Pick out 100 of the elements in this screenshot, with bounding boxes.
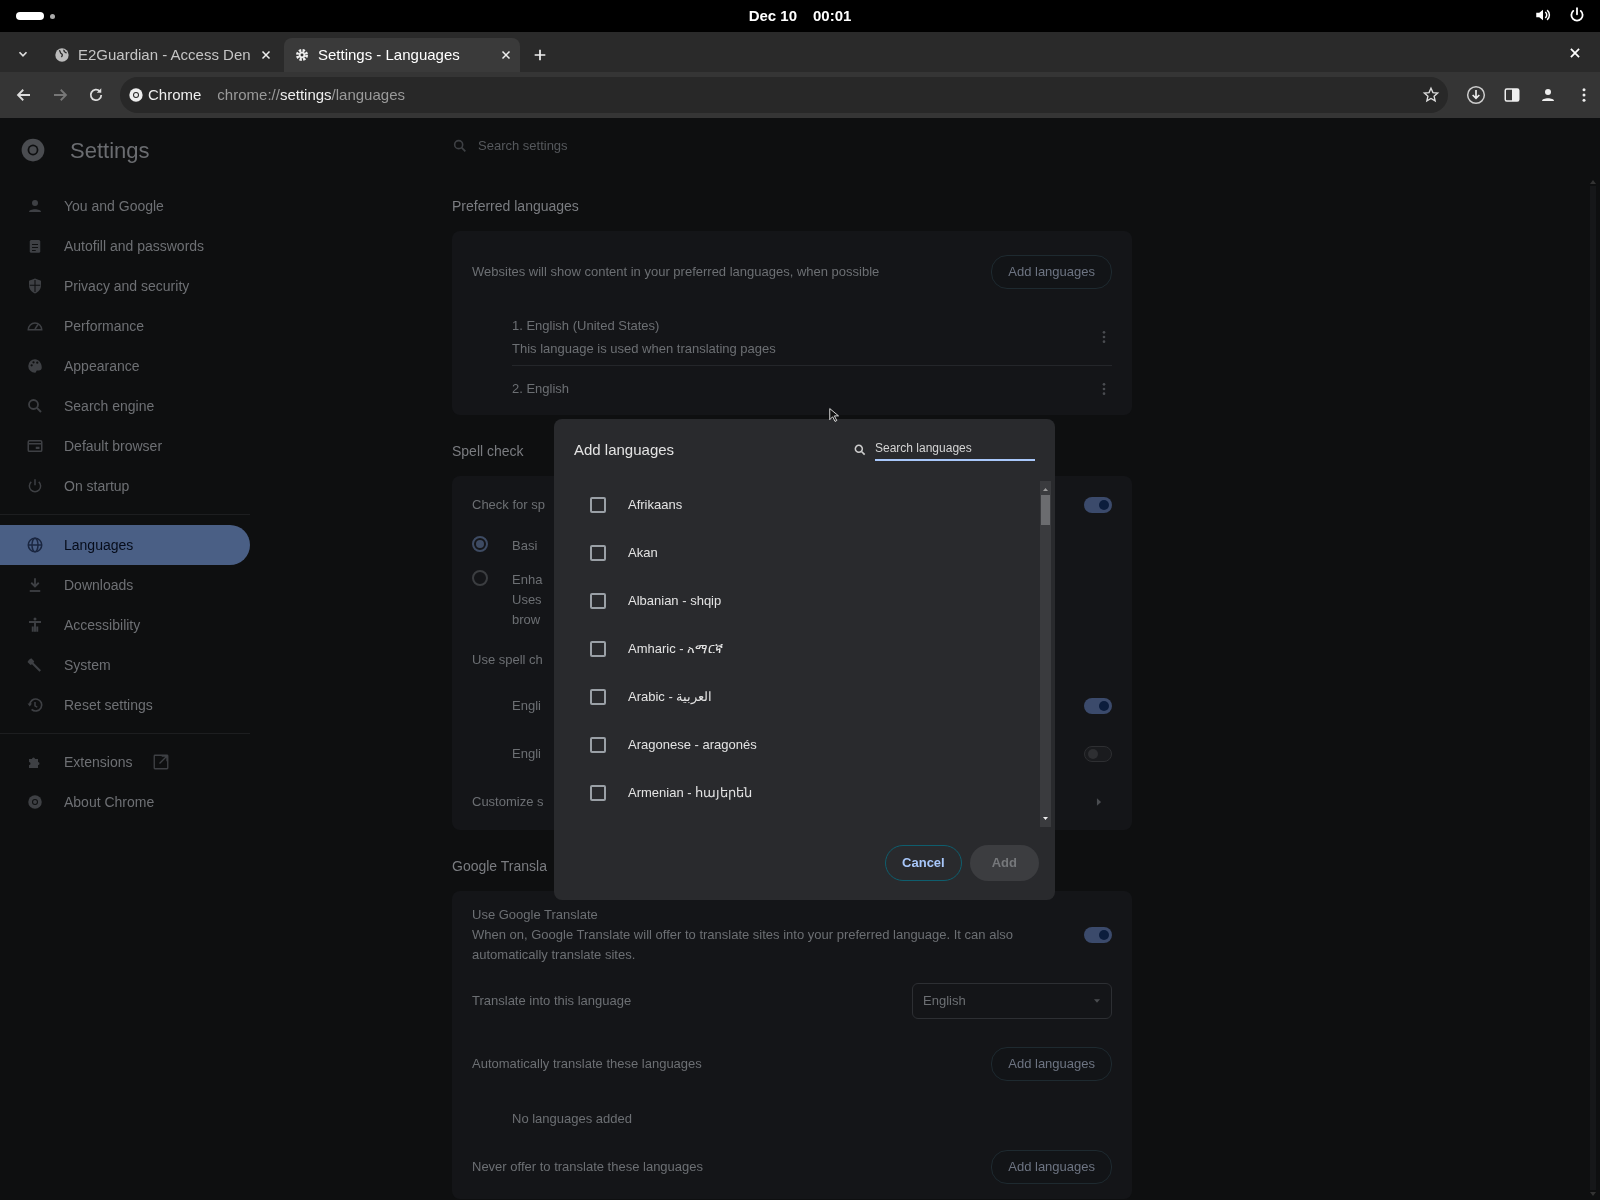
new-tab-icon[interactable] [532, 47, 548, 63]
sidebar-item[interactable]: Privacy and security [0, 266, 250, 306]
description-text: Websites will show content in your preferred languages, when possible [472, 263, 880, 282]
scrollbar[interactable] [1588, 178, 1598, 1198]
workspace-indicator[interactable] [50, 14, 55, 19]
option-label: Basi [512, 537, 538, 555]
checkbox[interactable] [590, 785, 606, 801]
globe-icon [26, 536, 44, 554]
language-option: Akan [628, 543, 658, 563]
add-languages-button[interactable]: Add languages [991, 1150, 1112, 1184]
sidebar-item[interactable]: On startup [0, 466, 250, 506]
sidebar-item[interactable]: Appearance [0, 346, 250, 386]
sidebar-item[interactable]: Autofill and passwords [0, 226, 250, 266]
add-languages-button[interactable]: Add languages [991, 255, 1112, 289]
add-languages-button[interactable]: Add languages [991, 1047, 1112, 1081]
checkbox[interactable] [590, 641, 606, 657]
sidebar-item[interactable]: Accessibility [0, 605, 250, 645]
dictionary-label: Engli [512, 745, 541, 764]
close-icon[interactable] [500, 49, 512, 61]
search-icon [26, 397, 44, 415]
dictionary-label: Engli [512, 697, 541, 716]
toggle-switch[interactable] [1084, 746, 1112, 762]
browser-tab[interactable]: E2Guardian - Access Den [44, 38, 280, 72]
radio-button[interactable] [472, 536, 488, 552]
scrollbar[interactable] [1040, 481, 1051, 827]
toggle-switch[interactable] [1084, 698, 1112, 714]
date-text: Dec 10 [748, 5, 797, 26]
option-label: Enha [512, 571, 543, 589]
language-option: Arabic - العربية [628, 687, 713, 707]
close-icon[interactable] [1568, 46, 1582, 60]
shield-icon [26, 277, 44, 295]
chrome-logo-icon [20, 137, 46, 163]
section-heading: Google Transla [452, 857, 547, 876]
setting-description: When on, Google Translate will offer to translate sites into your preferred language. It can also automatically translate sites. [472, 926, 1014, 964]
sidebar-item[interactable]: You and Google [0, 186, 250, 226]
language-note: This language is used when translating pages [512, 340, 776, 358]
url-text: chrome://settings/languages [217, 84, 405, 105]
toggle-switch[interactable] [1084, 497, 1112, 513]
browser-window-icon [26, 437, 44, 455]
language-option: Amharic - አማርኛ [628, 639, 724, 659]
toggle-switch[interactable] [1084, 927, 1112, 943]
sidebar-item[interactable]: Downloads [0, 565, 250, 605]
language-dropdown[interactable]: English [912, 983, 1112, 1019]
settings-title: Settings [70, 136, 150, 165]
dialog-title: Add languages [574, 439, 675, 460]
chrome-logo-icon [128, 87, 144, 103]
language-option: Armenian - հայերեն [628, 783, 753, 803]
language-name: 1. English (United States) [512, 316, 661, 335]
checkbox[interactable] [590, 737, 606, 753]
palette-icon [26, 357, 44, 375]
globe-icon [54, 47, 70, 63]
language-option: Aragonese - aragonés [628, 735, 757, 755]
sidebar-item[interactable]: About Chrome [0, 782, 250, 822]
site-label: Chrome [148, 84, 202, 105]
search-field[interactable]: Search languages [875, 439, 1035, 461]
option-description: brow [512, 611, 542, 629]
chrome-logo-icon [26, 793, 44, 811]
setting-label: Customize s [472, 793, 544, 812]
sidebar-item[interactable]: Performance [0, 306, 250, 346]
section-heading: Preferred languages [452, 197, 579, 216]
sidebar-item[interactable]: Reset settings [0, 685, 250, 725]
checkbox[interactable] [590, 593, 606, 609]
language-name: 2. English [512, 379, 570, 398]
bookmark-star-icon[interactable] [1422, 86, 1440, 104]
sidebar-item[interactable]: System [0, 645, 250, 685]
person-icon [26, 197, 44, 215]
sidebar-item[interactable]: Extensions [0, 742, 250, 782]
checkbox[interactable] [590, 689, 606, 705]
search-icon [853, 443, 867, 457]
caret-icon [1093, 997, 1101, 1005]
setting-label: Use Google Translate [472, 906, 599, 924]
setting-label: Use spell ch [472, 651, 543, 670]
sidebar-item[interactable]: Search engine [0, 386, 250, 426]
empty-text: No languages added [512, 1110, 632, 1129]
time-text: 00:01 [813, 5, 852, 26]
power-icon [26, 477, 44, 495]
close-icon[interactable] [260, 49, 272, 61]
language-option: Afrikaans [628, 495, 683, 515]
gear-icon [294, 47, 310, 63]
section-heading: Spell check [452, 442, 524, 461]
setting-label: Automatically translate these languages [472, 1055, 702, 1074]
search-field[interactable]: Search settings [476, 135, 1076, 157]
history-icon [26, 696, 44, 714]
search-icon [452, 138, 468, 154]
checkbox[interactable] [590, 545, 606, 561]
address-bar[interactable]: Chrome chrome://settings/languages [120, 77, 1448, 113]
language-option: Albanian - shqip [628, 591, 722, 611]
sidebar-item[interactable]: Languages [0, 525, 250, 565]
setting-label: Check for sp [472, 496, 545, 515]
setting-label: Translate into this language [472, 992, 632, 1011]
radio-button[interactable] [472, 570, 488, 586]
power-icon[interactable] [1568, 6, 1586, 24]
workspace-indicator[interactable] [16, 12, 44, 20]
sidebar-item[interactable]: Default browser [0, 426, 250, 466]
checkbox[interactable] [590, 497, 606, 513]
setting-label: Never offer to translate these languages [472, 1158, 704, 1177]
accessibility-icon [26, 616, 44, 634]
wrench-icon [26, 656, 44, 674]
browser-tab[interactable]: Settings - Languages [284, 38, 520, 72]
option-description: Uses [512, 591, 543, 609]
